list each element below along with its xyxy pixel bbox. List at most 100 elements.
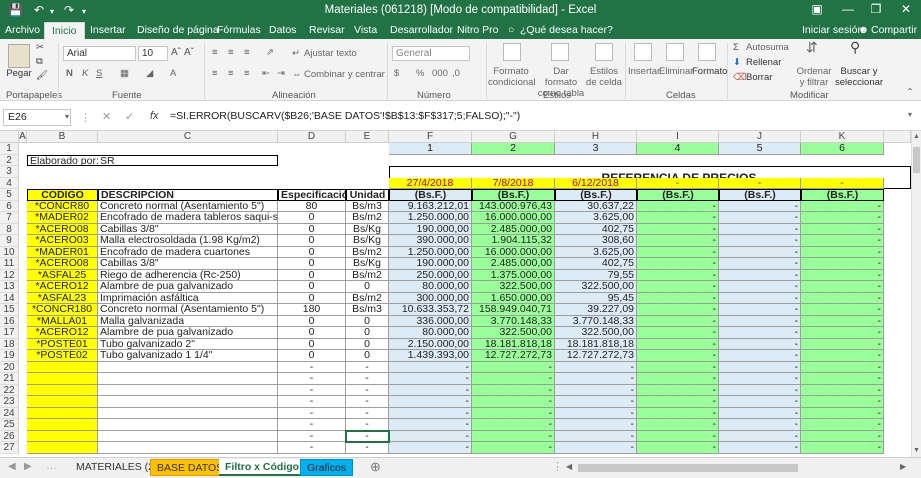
wrap-text-button[interactable]: Ajustar texto	[304, 48, 357, 59]
scroll-left-icon[interactable]: ◀	[566, 462, 572, 471]
vertical-scrollbar[interactable]: ▲ ▼	[911, 131, 921, 457]
row-header[interactable]: 3	[0, 166, 19, 178]
ribbon-options-icon[interactable]: ▣	[803, 2, 831, 20]
collapse-ribbon-icon[interactable]: ⌃	[906, 87, 914, 98]
row-header[interactable]: 24	[0, 407, 19, 419]
row-header[interactable]: 5	[0, 189, 19, 201]
autosum-icon[interactable]: Σ	[733, 42, 739, 53]
insert-cells-icon[interactable]	[634, 43, 652, 61]
tab-desarrollador[interactable]: Desarrollador	[390, 24, 453, 36]
row-header[interactable]: 13	[0, 281, 19, 293]
scroll-up-icon[interactable]: ▲	[913, 133, 920, 140]
signin-link[interactable]: Iniciar sesión	[802, 24, 863, 36]
tab-insertar[interactable]: Insertar	[90, 24, 126, 36]
insert-function-icon[interactable]: fx	[150, 110, 159, 122]
increase-decimal-icon[interactable]: ,0	[452, 68, 460, 79]
sheet-tab-graficos[interactable]: Graficos	[300, 459, 354, 476]
tab-revisar[interactable]: Revisar	[309, 24, 345, 36]
paste-button[interactable]: Pegar	[4, 68, 34, 79]
tab-diseno[interactable]: Diseño de página	[137, 24, 219, 36]
font-color-icon[interactable]: A	[170, 68, 176, 79]
expand-formula-icon[interactable]: ▾	[908, 110, 912, 119]
paste-icon[interactable]	[8, 44, 30, 68]
user-icon[interactable]: ☻	[858, 24, 869, 36]
fill-color-icon[interactable]: ◢	[146, 68, 153, 79]
row-header[interactable]: 26	[0, 430, 19, 442]
column-header-b[interactable]: B	[27, 131, 98, 143]
sort-filter-icon[interactable]: ⇵	[806, 40, 818, 54]
tab-nitro[interactable]: Nitro Pro	[457, 24, 498, 36]
tab-datos[interactable]: Datos	[269, 24, 296, 36]
eraser-icon[interactable]: ⌫	[733, 72, 746, 83]
format-table-icon[interactable]	[551, 43, 569, 61]
row-header[interactable]: 17	[0, 327, 19, 339]
column-header-i[interactable]: I	[637, 131, 719, 143]
italic-icon[interactable]: K	[82, 68, 88, 79]
tell-me-input[interactable]: ¿Qué desea hacer?	[520, 24, 613, 36]
conditional-format-button[interactable]: Formato condicional	[488, 66, 536, 88]
percent-icon[interactable]: %	[416, 68, 424, 79]
font-size-select[interactable]: 10	[138, 46, 168, 61]
column-header-c[interactable]: C	[98, 131, 278, 143]
merge-center-button[interactable]: Combinar y centrar	[304, 69, 385, 80]
column-header-g[interactable]: G	[472, 131, 555, 143]
format-button[interactable]: Formato	[692, 66, 727, 77]
row-header[interactable]: 19	[0, 350, 19, 362]
bold-icon[interactable]: N	[66, 68, 73, 79]
splitter-icon[interactable]: ⋮	[552, 460, 563, 473]
scroll-down-icon[interactable]: ▼	[913, 447, 920, 454]
align-center-icon[interactable]: ≡	[228, 68, 234, 79]
name-box[interactable]: E26	[3, 109, 71, 126]
cut-icon[interactable]: ✂	[36, 42, 44, 53]
column-header-f[interactable]: F	[389, 131, 472, 143]
select-all-corner[interactable]	[0, 131, 19, 143]
find-icon[interactable]: ⚲	[850, 40, 860, 54]
align-middle-icon[interactable]: ≡	[228, 47, 234, 58]
row-header[interactable]: 27	[0, 442, 19, 454]
row-header[interactable]: 16	[0, 315, 19, 327]
row-header[interactable]: 22	[0, 384, 19, 396]
increase-indent-icon[interactable]: ⇥	[277, 68, 285, 79]
minimize-icon[interactable]: —	[834, 2, 862, 20]
align-left-icon[interactable]: ≡	[212, 68, 218, 79]
add-sheet-icon[interactable]: ⊕	[370, 459, 381, 475]
row-header[interactable]: 6	[0, 200, 19, 212]
row-header[interactable]: 20	[0, 361, 19, 373]
row-header[interactable]: 1	[0, 143, 19, 155]
row-header[interactable]: 18	[0, 338, 19, 350]
number-format-select[interactable]: General	[392, 46, 470, 61]
grow-font-icon[interactable]: Aˆ	[171, 47, 181, 58]
row-header[interactable]: 7	[0, 212, 19, 224]
find-select-button[interactable]: Buscar y seleccionar	[835, 66, 883, 88]
row-header[interactable]: 9	[0, 235, 19, 247]
scroll-thumb[interactable]	[913, 147, 920, 173]
font-name-select[interactable]: Arial	[63, 46, 136, 61]
enter-icon[interactable]: ✓	[125, 110, 134, 123]
merge-icon[interactable]: ⇔	[292, 69, 302, 80]
formula-input[interactable]: =SI.ERROR(BUSCARV($B26;'BASE DATOS'!$B$1…	[170, 110, 520, 122]
scroll-right-icon[interactable]: ▶	[900, 462, 906, 471]
align-right-icon[interactable]: ≡	[244, 68, 250, 79]
borders-icon[interactable]: ▦	[120, 68, 129, 79]
row-header[interactable]: 2	[0, 154, 19, 166]
copy-icon[interactable]: ⧉	[36, 56, 43, 67]
column-header-k[interactable]: K	[801, 131, 884, 143]
orientation-icon[interactable]: ⇗	[266, 47, 274, 58]
column-header-h[interactable]: H	[555, 131, 637, 143]
insert-button[interactable]: Insertar	[628, 66, 660, 77]
tab-vista[interactable]: Vista	[354, 24, 377, 36]
row-header[interactable]: 4	[0, 177, 19, 189]
horizontal-scroll-thumb[interactable]	[578, 464, 798, 472]
cell-styles-button[interactable]: Estilos de celda	[586, 66, 622, 88]
column-header-e[interactable]: E	[346, 131, 389, 143]
column-header-j[interactable]: J	[719, 131, 801, 143]
autosum-button[interactable]: Autosuma	[746, 42, 789, 53]
row-header[interactable]: 11	[0, 258, 19, 270]
row-header[interactable]: 10	[0, 246, 19, 258]
sort-filter-button[interactable]: Ordenar y filtrar	[794, 66, 834, 88]
format-cells-icon[interactable]	[698, 43, 716, 61]
column-header-a[interactable]: A	[19, 131, 27, 143]
chevron-down-icon[interactable]: ▾	[65, 112, 69, 121]
align-top-icon[interactable]: ≡	[212, 47, 218, 58]
prev-sheet-icon[interactable]: ◀	[8, 461, 16, 472]
